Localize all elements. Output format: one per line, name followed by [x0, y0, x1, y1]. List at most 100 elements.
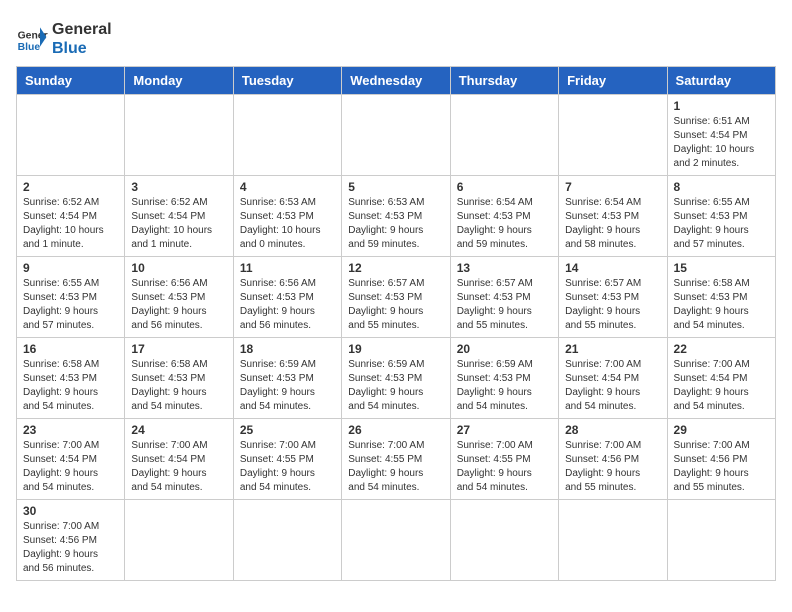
calendar-cell: 15 Sunrise: 6:58 AM Sunset: 4:53 PM Dayli… — [667, 257, 775, 338]
day-number: 30 — [23, 504, 118, 518]
calendar-cell: 2 Sunrise: 6:52 AM Sunset: 4:54 PM Daylig… — [17, 176, 125, 257]
calendar-cell: 14Sunrise: 6:57 AM Sunset: 4:53 PM Dayli… — [559, 257, 667, 338]
day-number: 9 — [23, 261, 118, 275]
calendar-cell: 24Sunrise: 7:00 AM Sunset: 4:54 PM Dayli… — [125, 419, 233, 500]
day-number: 16 — [23, 342, 118, 356]
day-number: 7 — [565, 180, 660, 194]
calendar-cell: 9 Sunrise: 6:55 AM Sunset: 4:53 PM Daylig… — [17, 257, 125, 338]
day-number: 18 — [240, 342, 335, 356]
calendar-cell: 21Sunrise: 7:00 AM Sunset: 4:54 PM Dayli… — [559, 338, 667, 419]
day-info: Sunrise: 7:00 AM Sunset: 4:54 PM Dayligh… — [565, 358, 660, 414]
day-info: Sunrise: 6:53 AM Sunset: 4:53 PM Dayligh… — [348, 196, 443, 252]
day-number: 8 — [674, 180, 769, 194]
calendar-cell: 23 Sunrise: 7:00 AM Sunset: 4:54 PM Dayli… — [17, 419, 125, 500]
day-number: 17 — [131, 342, 226, 356]
calendar-cell: 22 Sunrise: 7:00 AM Sunset: 4:54 PM Dayli… — [667, 338, 775, 419]
day-number: 22 — [674, 342, 769, 356]
day-info: Sunrise: 6:55 AM Sunset: 4:53 PM Dayligh… — [674, 196, 769, 252]
day-number: 13 — [457, 261, 552, 275]
day-number: 28 — [565, 423, 660, 437]
calendar-cell: 1Sunrise: 6:51 AM Sunset: 4:54 PM Daylig… — [667, 95, 775, 176]
weekday-header-tuesday: Tuesday — [233, 67, 341, 95]
day-info: Sunrise: 6:58 AM Sunset: 4:53 PM Dayligh… — [674, 277, 769, 333]
calendar-cell: 27 Sunrise: 7:00 AM Sunset: 4:55 PM Dayli… — [450, 419, 558, 500]
calendar-cell — [125, 95, 233, 176]
calendar-cell: 28 Sunrise: 7:00 AM Sunset: 4:56 PM Dayli… — [559, 419, 667, 500]
day-number: 4 — [240, 180, 335, 194]
day-number: 27 — [457, 423, 552, 437]
day-info: Sunrise: 6:59 AM Sunset: 4:53 PM Dayligh… — [240, 358, 335, 414]
day-number: 29 — [674, 423, 769, 437]
logo-blue: Blue — [52, 39, 112, 58]
calendar-table: SundayMondayTuesdayWednesdayThursdayFrid… — [16, 66, 776, 581]
calendar-cell: 13 Sunrise: 6:57 AM Sunset: 4:53 PM Dayli… — [450, 257, 558, 338]
calendar-cell: 17 Sunrise: 6:58 AM Sunset: 4:53 PM Dayli… — [125, 338, 233, 419]
weekday-header-row: SundayMondayTuesdayWednesdayThursdayFrid… — [17, 67, 776, 95]
calendar-cell: 3 Sunrise: 6:52 AM Sunset: 4:54 PM Daylig… — [125, 176, 233, 257]
day-number: 10 — [131, 261, 226, 275]
calendar-cell: 26 Sunrise: 7:00 AM Sunset: 4:55 PM Dayli… — [342, 419, 450, 500]
calendar-cell: 6Sunrise: 6:54 AM Sunset: 4:53 PM Daylig… — [450, 176, 558, 257]
calendar-cell: 16Sunrise: 6:58 AM Sunset: 4:53 PM Dayli… — [17, 338, 125, 419]
day-number: 19 — [348, 342, 443, 356]
day-info: Sunrise: 6:57 AM Sunset: 4:53 PM Dayligh… — [457, 277, 552, 333]
day-number: 1 — [674, 99, 769, 113]
day-number: 11 — [240, 261, 335, 275]
weekday-header-thursday: Thursday — [450, 67, 558, 95]
weekday-header-friday: Friday — [559, 67, 667, 95]
day-info: Sunrise: 6:53 AM Sunset: 4:53 PM Dayligh… — [240, 196, 335, 252]
logo: General Blue General Blue — [16, 16, 112, 58]
day-number: 24 — [131, 423, 226, 437]
day-info: Sunrise: 7:00 AM Sunset: 4:55 PM Dayligh… — [240, 439, 335, 495]
day-info: Sunrise: 7:00 AM Sunset: 4:56 PM Dayligh… — [565, 439, 660, 495]
day-info: Sunrise: 6:56 AM Sunset: 4:53 PM Dayligh… — [131, 277, 226, 333]
day-number: 14 — [565, 261, 660, 275]
day-info: Sunrise: 7:00 AM Sunset: 4:54 PM Dayligh… — [23, 439, 118, 495]
calendar-week-5: 23 Sunrise: 7:00 AM Sunset: 4:54 PM Dayli… — [17, 419, 776, 500]
day-number: 20 — [457, 342, 552, 356]
day-number: 6 — [457, 180, 552, 194]
calendar-cell: 20Sunrise: 6:59 AM Sunset: 4:53 PM Dayli… — [450, 338, 558, 419]
calendar-cell: 10 Sunrise: 6:56 AM Sunset: 4:53 PM Dayli… — [125, 257, 233, 338]
calendar-cell — [125, 500, 233, 581]
calendar-cell: 8 Sunrise: 6:55 AM Sunset: 4:53 PM Daylig… — [667, 176, 775, 257]
calendar-cell: 11Sunrise: 6:56 AM Sunset: 4:53 PM Dayli… — [233, 257, 341, 338]
day-info: Sunrise: 6:55 AM Sunset: 4:53 PM Dayligh… — [23, 277, 118, 333]
calendar-cell — [450, 500, 558, 581]
day-info: Sunrise: 7:00 AM Sunset: 4:55 PM Dayligh… — [457, 439, 552, 495]
calendar-week-6: 30Sunrise: 7:00 AM Sunset: 4:56 PM Dayli… — [17, 500, 776, 581]
day-info: Sunrise: 7:00 AM Sunset: 4:54 PM Dayligh… — [674, 358, 769, 414]
calendar-cell: 12 Sunrise: 6:57 AM Sunset: 4:53 PM Dayli… — [342, 257, 450, 338]
calendar-cell: 5Sunrise: 6:53 AM Sunset: 4:53 PM Daylig… — [342, 176, 450, 257]
day-number: 2 — [23, 180, 118, 194]
svg-text:Blue: Blue — [18, 42, 41, 53]
calendar-cell: 30Sunrise: 7:00 AM Sunset: 4:56 PM Dayli… — [17, 500, 125, 581]
calendar-week-4: 16 Sunrise: 6:58 AM Sunset: 4:53 PM Dayli… — [17, 338, 776, 419]
day-info: Sunrise: 6:54 AM Sunset: 4:53 PM Dayligh… — [565, 196, 660, 252]
day-info: Sunrise: 6:52 AM Sunset: 4:54 PM Dayligh… — [131, 196, 226, 252]
calendar-cell: 19 Sunrise: 6:59 AM Sunset: 4:53 PM Dayli… — [342, 338, 450, 419]
calendar-cell — [559, 95, 667, 176]
day-number: 25 — [240, 423, 335, 437]
logo-icon: General Blue — [16, 21, 48, 53]
calendar-cell — [233, 95, 341, 176]
day-info: Sunrise: 7:00 AM Sunset: 4:55 PM Dayligh… — [348, 439, 443, 495]
day-info: Sunrise: 6:57 AM Sunset: 4:53 PM Dayligh… — [348, 277, 443, 333]
day-number: 23 — [23, 423, 118, 437]
day-number: 12 — [348, 261, 443, 275]
day-info: Sunrise: 6:52 AM Sunset: 4:54 PM Dayligh… — [23, 196, 118, 252]
calendar-cell — [342, 95, 450, 176]
calendar-cell — [450, 95, 558, 176]
day-info: Sunrise: 7:00 AM Sunset: 4:56 PM Dayligh… — [674, 439, 769, 495]
day-number: 3 — [131, 180, 226, 194]
calendar-week-2: 2 Sunrise: 6:52 AM Sunset: 4:54 PM Daylig… — [17, 176, 776, 257]
day-info: Sunrise: 6:59 AM Sunset: 4:53 PM Dayligh… — [348, 358, 443, 414]
calendar-cell — [17, 95, 125, 176]
day-number: 15 — [674, 261, 769, 275]
logo-general: General — [52, 20, 112, 39]
calendar-cell: 18 Sunrise: 6:59 AM Sunset: 4:53 PM Dayli… — [233, 338, 341, 419]
day-number: 26 — [348, 423, 443, 437]
weekday-header-sunday: Sunday — [17, 67, 125, 95]
day-info: Sunrise: 6:58 AM Sunset: 4:53 PM Dayligh… — [131, 358, 226, 414]
calendar-cell: 25 Sunrise: 7:00 AM Sunset: 4:55 PM Dayli… — [233, 419, 341, 500]
